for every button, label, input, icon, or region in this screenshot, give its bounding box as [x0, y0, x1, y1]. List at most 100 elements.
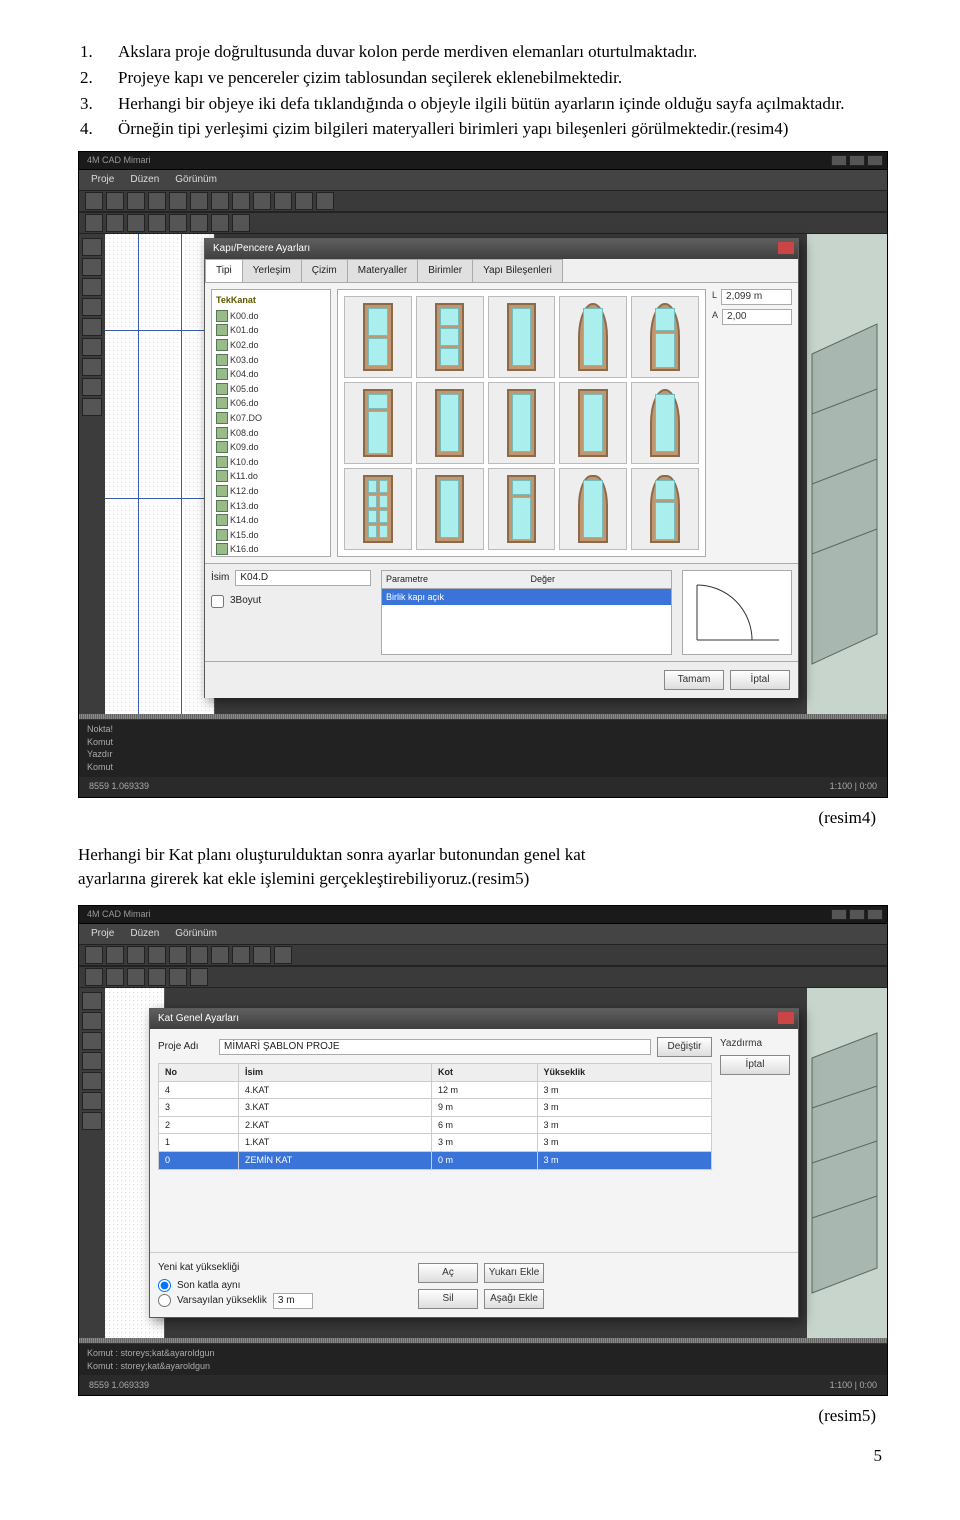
- tool-button[interactable]: [82, 1032, 102, 1050]
- tab-type[interactable]: Tipi: [205, 259, 243, 282]
- door-file-item[interactable]: K10.do: [216, 455, 326, 470]
- toolbar-button[interactable]: [127, 192, 145, 210]
- close-icon[interactable]: [778, 1012, 794, 1024]
- toolbar-button[interactable]: [127, 946, 145, 964]
- tool-button[interactable]: [82, 238, 102, 256]
- toolbar-button[interactable]: [232, 946, 250, 964]
- tool-button[interactable]: [82, 1012, 102, 1030]
- door-file-item[interactable]: K08.do: [216, 426, 326, 441]
- toolbar-button[interactable]: [85, 192, 103, 210]
- toolbar-button[interactable]: [106, 214, 124, 232]
- toolbar-button[interactable]: [211, 192, 229, 210]
- default-height-radio[interactable]: [158, 1294, 171, 1307]
- toolbar-button[interactable]: [316, 192, 334, 210]
- toolbar-button[interactable]: [232, 214, 250, 232]
- toolbar-button[interactable]: [232, 192, 250, 210]
- delete-button[interactable]: Sil: [418, 1289, 478, 1309]
- door-file-item[interactable]: K12.do: [216, 484, 326, 499]
- door-file-item[interactable]: K01.do: [216, 323, 326, 338]
- toolbar-button[interactable]: [211, 946, 229, 964]
- minimize-icon[interactable]: [831, 155, 847, 166]
- prop-A-value[interactable]: 2,00: [722, 309, 792, 325]
- th-height[interactable]: Yükseklik: [537, 1063, 711, 1081]
- maximize-icon[interactable]: [849, 909, 865, 920]
- tool-button[interactable]: [82, 1112, 102, 1130]
- tool-button[interactable]: [82, 1092, 102, 1110]
- prop-L-value[interactable]: 2,099 m: [721, 289, 792, 305]
- tool-button[interactable]: [82, 1052, 102, 1070]
- door-file-item[interactable]: K09.do: [216, 440, 326, 455]
- toolbar-button[interactable]: [190, 192, 208, 210]
- door-thumb[interactable]: [488, 468, 556, 550]
- door-thumb[interactable]: [416, 468, 484, 550]
- door-thumb[interactable]: [416, 382, 484, 464]
- same-as-last-radio[interactable]: [158, 1279, 171, 1292]
- folder-name[interactable]: TekKanat: [216, 294, 326, 307]
- tool-button[interactable]: [82, 298, 102, 316]
- toolbar-button[interactable]: [253, 946, 271, 964]
- toolbar-button[interactable]: [85, 214, 103, 232]
- tool-button[interactable]: [82, 318, 102, 336]
- door-file-item[interactable]: K16.do: [216, 542, 326, 557]
- door-file-item[interactable]: K11.do: [216, 469, 326, 484]
- tool-button[interactable]: [82, 1072, 102, 1090]
- door-file-item[interactable]: K00.do: [216, 309, 326, 324]
- floor-row[interactable]: 33.KAT9 m3 m: [159, 1099, 712, 1117]
- tab-drawing[interactable]: Çizim: [301, 259, 348, 282]
- toolbar-button[interactable]: [106, 968, 124, 986]
- toolbar-button[interactable]: [190, 946, 208, 964]
- tool-button[interactable]: [82, 278, 102, 296]
- close-icon[interactable]: [867, 155, 883, 166]
- door-file-item[interactable]: K02.do: [216, 338, 326, 353]
- door-file-item[interactable]: K07.DO: [216, 411, 326, 426]
- door-file-item[interactable]: K03.do: [216, 353, 326, 368]
- add-below-button[interactable]: Aşağı Ekle: [484, 1289, 544, 1309]
- floor-row[interactable]: 0ZEMİN KAT0 m3 m: [159, 1151, 712, 1169]
- toolbar-button[interactable]: [169, 214, 187, 232]
- door-thumb[interactable]: [631, 296, 699, 378]
- tool-button[interactable]: [82, 992, 102, 1010]
- toolbar-button[interactable]: [148, 192, 166, 210]
- default-height-field[interactable]: 3 m: [273, 1293, 313, 1309]
- toolbar-button[interactable]: [274, 192, 292, 210]
- th-no[interactable]: No: [159, 1063, 239, 1081]
- tab-materials[interactable]: Materyaller: [347, 259, 418, 282]
- close-icon[interactable]: [778, 242, 794, 254]
- toolbar-button[interactable]: [106, 192, 124, 210]
- tool-button[interactable]: [82, 338, 102, 356]
- tool-button[interactable]: [82, 358, 102, 376]
- value-row-selected[interactable]: [527, 589, 672, 606]
- menu-item[interactable]: Görünüm: [175, 927, 217, 941]
- door-thumb[interactable]: [559, 296, 627, 378]
- tool-button[interactable]: [82, 258, 102, 276]
- cancel-button[interactable]: İptal: [720, 1055, 790, 1075]
- menu-item[interactable]: Görünüm: [175, 173, 217, 187]
- menu-item[interactable]: Düzen: [130, 173, 159, 187]
- door-thumb[interactable]: [416, 296, 484, 378]
- door-file-tree[interactable]: TekKanat K00.doK01.doK02.doK03.doK04.doK…: [211, 289, 331, 557]
- tab-placement[interactable]: Yerleşim: [242, 259, 302, 282]
- door-file-item[interactable]: K04.do: [216, 367, 326, 382]
- toolbar-button[interactable]: [253, 192, 271, 210]
- door-file-item[interactable]: K15.do: [216, 528, 326, 543]
- 3d-checkbox[interactable]: [211, 595, 224, 608]
- name-field[interactable]: K04.D: [235, 570, 371, 586]
- tab-units[interactable]: Birimler: [417, 259, 473, 282]
- door-thumb[interactable]: [344, 382, 412, 464]
- door-thumb[interactable]: [344, 296, 412, 378]
- menu-item[interactable]: Proje: [91, 173, 114, 187]
- toolbar-button[interactable]: [127, 214, 145, 232]
- door-thumb[interactable]: [488, 382, 556, 464]
- door-file-item[interactable]: K05.do: [216, 382, 326, 397]
- change-button[interactable]: Değiştir: [657, 1037, 712, 1057]
- toolbar-button[interactable]: [169, 968, 187, 986]
- toolbar-button[interactable]: [169, 946, 187, 964]
- door-thumb[interactable]: [488, 296, 556, 378]
- close-icon[interactable]: [867, 909, 883, 920]
- toolbar-button[interactable]: [148, 968, 166, 986]
- toolbar-button[interactable]: [127, 968, 145, 986]
- toolbar-button[interactable]: [190, 968, 208, 986]
- add-above-button[interactable]: Yukarı Ekle: [484, 1263, 544, 1283]
- cancel-button[interactable]: İptal: [730, 670, 790, 690]
- ok-button[interactable]: Tamam: [664, 670, 724, 690]
